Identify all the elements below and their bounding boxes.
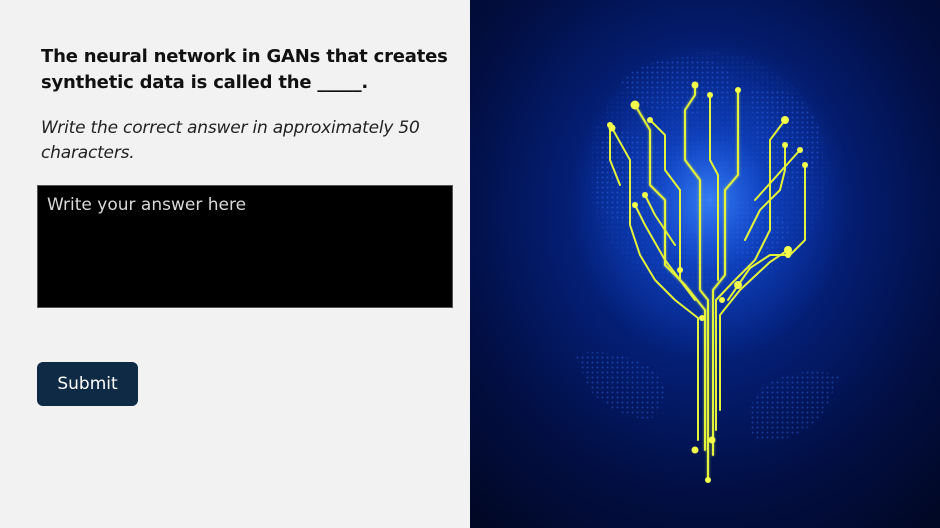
submit-button[interactable]: Submit [37,362,138,406]
illustration-panel [470,0,940,528]
question-text: The neural network in GANs that creates … [41,46,448,93]
answer-input[interactable] [37,185,453,308]
globe-shape [588,52,828,292]
circuit-tree-icon [470,0,940,528]
question-panel: The neural network in GANs that creates … [0,0,470,528]
instruction-text: Write the correct answer in approximatel… [41,118,420,163]
